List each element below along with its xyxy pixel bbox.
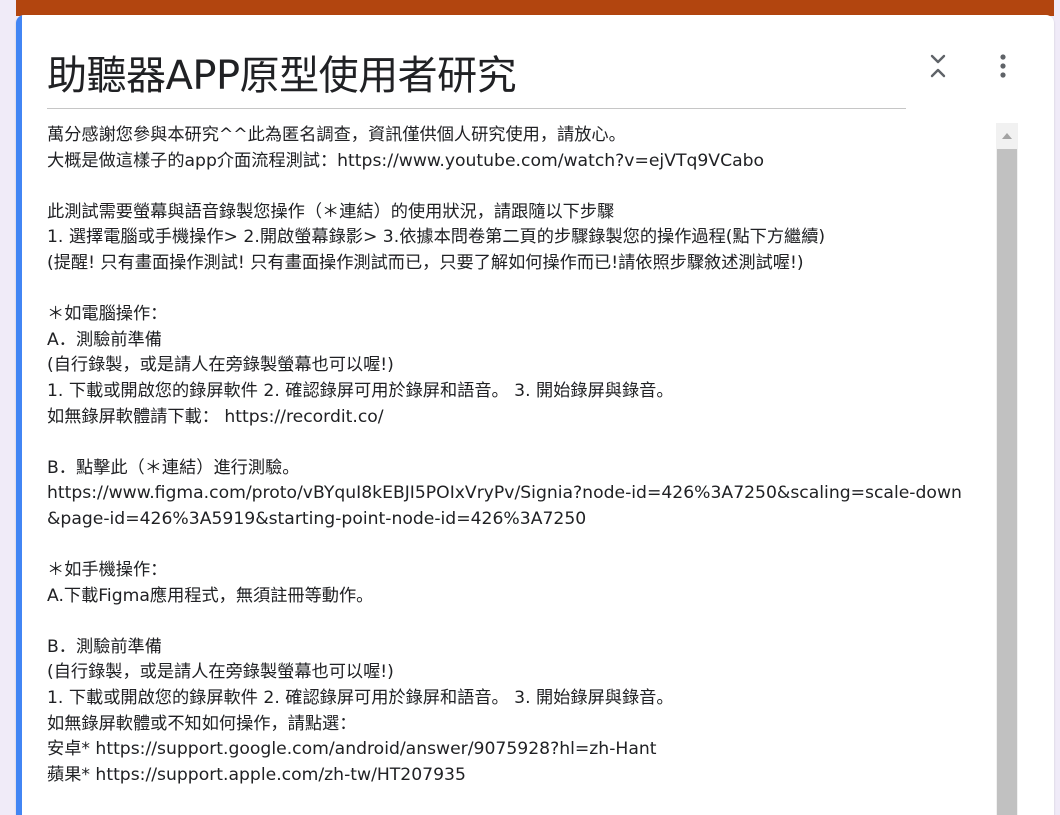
more-options-button[interactable] bbox=[989, 46, 1017, 86]
form-title[interactable]: 助聽器APP原型使用者研究 bbox=[47, 43, 517, 101]
form-header-card: 助聽器APP原型使用者研究 萬分感謝您參與本研究^^此為匿名調查，資訊僅供個人研… bbox=[16, 15, 1054, 815]
scroll-thumb[interactable] bbox=[997, 149, 1017, 815]
collapse-button[interactable] bbox=[924, 46, 952, 86]
active-indicator-bar bbox=[16, 15, 22, 815]
more-vert-icon bbox=[1000, 54, 1006, 78]
scroll-up-arrow-icon bbox=[1002, 133, 1012, 139]
form-description[interactable]: 萬分感謝您參與本研究^^此為匿名調查，資訊僅供個人研究使用，請放心。 大概是做這… bbox=[47, 123, 967, 788]
title-underline bbox=[47, 108, 906, 109]
description-scrollbar[interactable] bbox=[996, 123, 1018, 815]
theme-header-bar bbox=[16, 0, 1054, 16]
collapse-icon bbox=[930, 54, 946, 78]
scroll-up-button[interactable] bbox=[996, 123, 1018, 149]
